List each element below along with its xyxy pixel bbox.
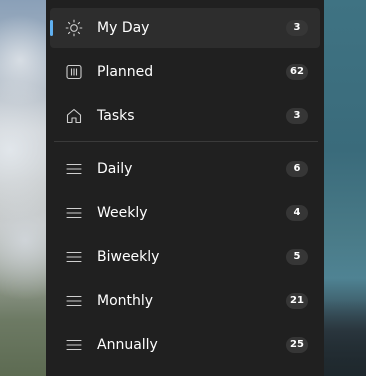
sidebar-item-monthly[interactable]: Monthly 21 [50,281,320,321]
sidebar-item-biweekly[interactable]: Biweekly 5 [50,237,320,277]
sidebar-item-label: Planned [97,64,154,80]
sidebar-item-label: Biweekly [97,249,160,265]
sidebar-item-label: Weekly [97,205,148,221]
task-count-badge: 25 [286,337,308,353]
sidebar-item-label: Tasks [97,108,135,124]
wallpaper-left [0,0,46,376]
sidebar-item-label: My Day [97,20,150,36]
sidebar-item-planned[interactable]: Planned 62 [50,52,320,92]
sidebar-item-weekly[interactable]: Weekly 4 [50,193,320,233]
sidebar-item-label: Daily [97,161,133,177]
task-count-badge: 3 [286,20,308,36]
sidebar-item-label: Monthly [97,293,154,309]
task-count-badge: 4 [286,205,308,221]
task-count-badge: 5 [286,249,308,265]
calendar-grid-icon [64,62,84,82]
list-lines-icon [64,247,84,267]
selection-indicator [50,20,53,36]
divider [54,141,318,142]
sidebar-item-label: Annually [97,337,158,353]
sidebar-item-daily[interactable]: Daily 6 [50,149,320,189]
sidebar-item-tasks[interactable]: Tasks 3 [50,96,320,136]
sidebar-item-my-day[interactable]: My Day 3 [50,8,320,48]
sun-icon [64,18,84,38]
sidebar-item-annually[interactable]: Annually 25 [50,325,320,365]
task-count-badge: 6 [286,161,308,177]
task-count-badge: 62 [286,64,308,80]
list-lines-icon [64,335,84,355]
list-lines-icon [64,291,84,311]
sidebar-panel: My Day 3 Planned 62 Tasks 3 Daily 6 Week… [46,0,324,376]
list-lines-icon [64,159,84,179]
task-count-badge: 3 [286,108,308,124]
wallpaper-right [324,0,366,376]
task-count-badge: 21 [286,293,308,309]
home-icon [64,106,84,126]
list-lines-icon [64,203,84,223]
